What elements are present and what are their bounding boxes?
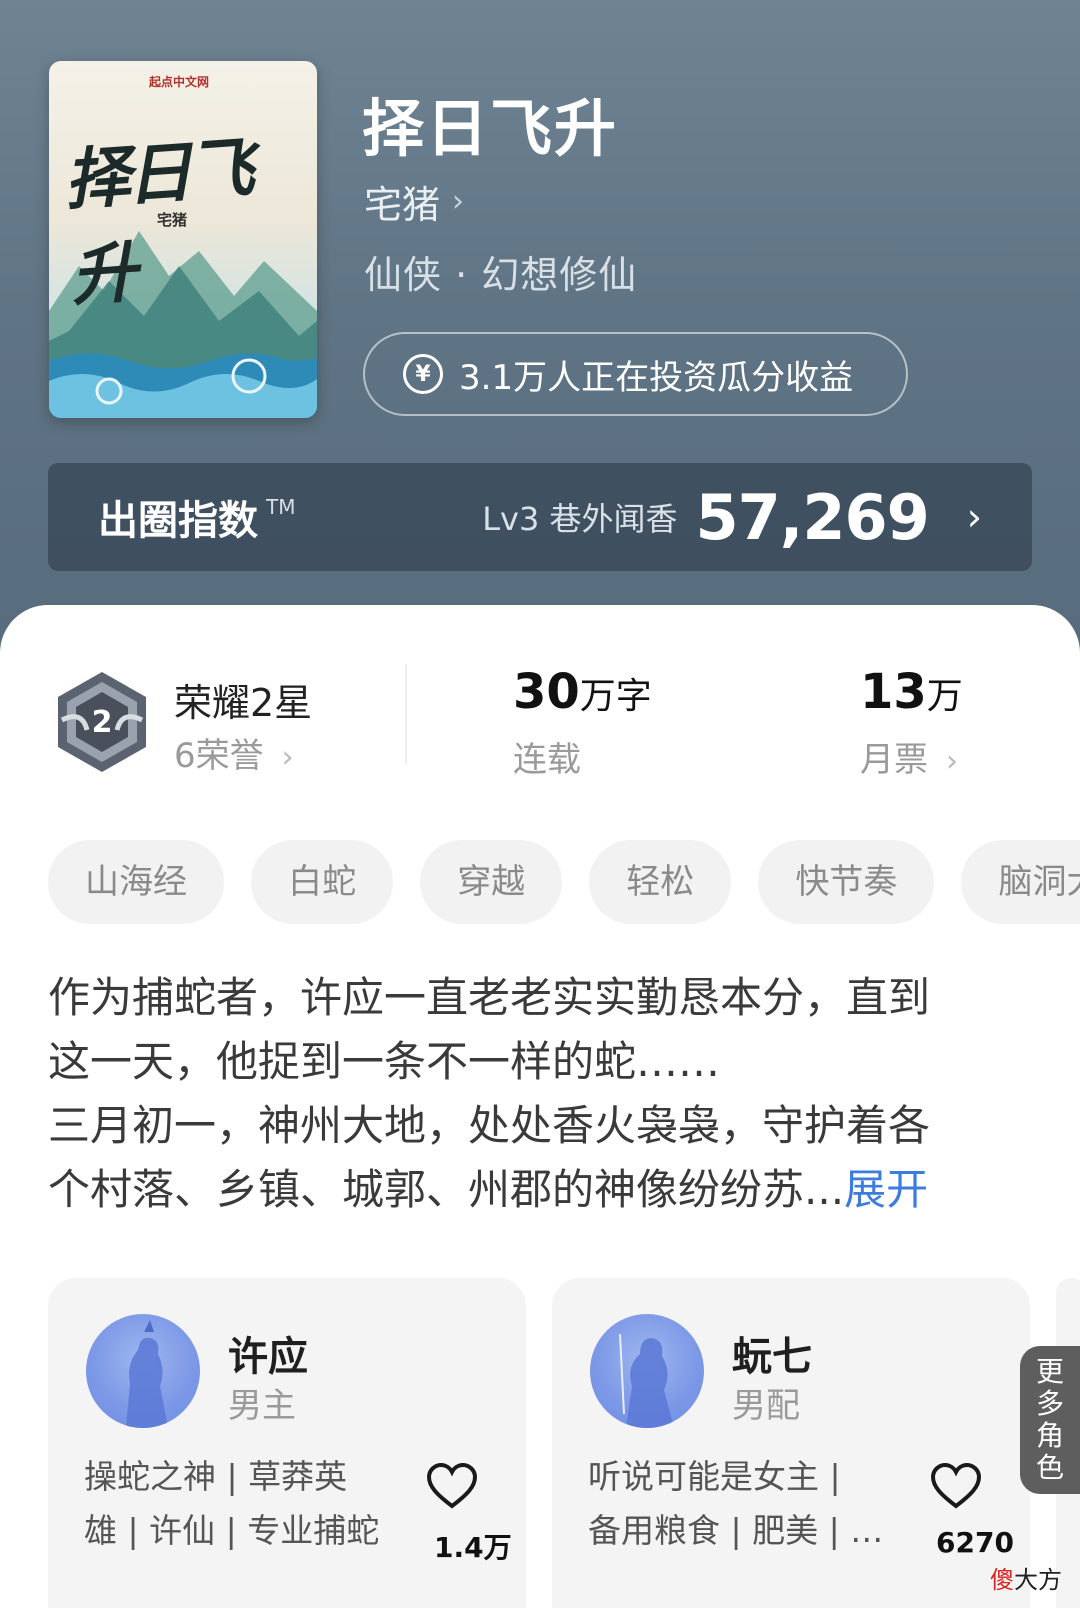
stats-divider [405,664,407,764]
word-count: 30万字 [513,664,652,720]
chevron-right-icon: › [966,495,982,539]
serial-status: 连载 [513,740,581,780]
description-line: 这一天，他捉到一条不一样的蛇…… [48,1037,721,1086]
character-avatar [590,1314,704,1428]
book-cover[interactable]: 起点中文网 择日飞升 宅猪 [49,61,317,418]
description-line: 作为捕蛇者，许应一直老老实实勤恳本分，直到 [48,973,931,1022]
invest-button[interactable]: ¥ 3.1万人正在投资瓜分收益 [363,332,908,416]
character-tags-line: 备用粮食 | 肥美 | … [588,1511,884,1550]
like-count: 1.4万 [434,1531,512,1564]
ticket-unit: 万 [926,676,963,717]
trademark-mark: TM [266,495,296,519]
chevron-right-icon: › [452,184,465,219]
tag-chip[interactable]: 轻松 [589,840,732,924]
chevron-right-icon: › [281,740,294,775]
character-tags: 听说可能是女主 | 备用粮食 | 肥美 | … [588,1450,898,1558]
cover-author: 宅猪 [157,211,188,229]
description-line: 三月初一，神州大地，处处香火袅袅，守护着各 [48,1101,931,1150]
watermark-rest: 大方 [1014,1566,1062,1594]
monthly-ticket-count: 13万 [860,664,963,720]
character-name: 蚖七 [732,1334,812,1380]
index-score: 57,269 [695,480,930,554]
honor-count: 6荣誉 [174,736,264,776]
monthly-ticket-link[interactable]: 月票 › [860,732,958,781]
word-count-value: 30 [513,664,580,720]
index-title: 出圈指数 [98,498,258,544]
honor-badge-level: 2 [92,705,113,740]
yen-coin-icon: ¥ [403,354,443,394]
tag-chip[interactable]: 快节奏 [758,840,935,924]
popularity-index-bar[interactable]: 出圈指数 TM Lv3 巷外闻香 57,269 › [48,463,1032,571]
chevron-right-icon: › [946,744,958,779]
book-genre: 仙侠 · 幻想修仙 [364,253,638,297]
character-tags: 操蛇之神 | 草莽英 雄 | 许仙 | 专业捕蛇 [84,1450,394,1558]
tag-chip[interactable]: 穿越 [420,840,563,924]
character-tags-line: 听说可能是女主 | [588,1457,841,1496]
ticket-label: 月票 [860,740,928,780]
honor-badge-icon[interactable]: 2 [52,670,152,774]
author-link[interactable]: 宅猪 › [364,174,464,229]
tag-chip[interactable]: 山海经 [48,840,224,924]
character-card[interactable]: 许应 男主 操蛇之神 | 草莽英 雄 | 许仙 | 专业捕蛇 1.4万 [48,1278,526,1608]
book-title: 择日飞升 [362,92,619,165]
heart-icon[interactable] [426,1462,478,1510]
character-role: 男主 [228,1386,296,1426]
character-avatar [86,1314,200,1428]
book-description: 作为捕蛇者，许应一直老老实实勤恳本分，直到 这一天，他捉到一条不一样的蛇…… 三… [48,966,1048,1222]
ticket-value: 13 [860,664,927,720]
word-count-unit: 万字 [579,676,652,717]
heart-icon[interactable] [930,1462,982,1510]
tag-chip[interactable]: 脑洞大 [961,840,1080,924]
character-role: 男配 [732,1386,800,1426]
watermark: 傻大方 [990,1560,1062,1595]
like-count: 6270 [936,1526,1014,1559]
expand-link[interactable]: 展开 [844,1165,928,1214]
index-level: Lv3 巷外闻香 [482,500,678,538]
tag-chip[interactable]: 白蛇 [251,840,394,924]
description-line: 个村落、乡镇、城郭、州郡的神像纷纷苏... [48,1165,845,1214]
character-tags-line: 雄 | 许仙 | 专业捕蛇 [84,1511,380,1550]
character-card[interactable]: 蚖七 男配 听说可能是女主 | 备用粮食 | 肥美 | … 6270 [552,1278,1030,1608]
invest-label: 3.1万人正在投资瓜分收益 [459,357,854,398]
description-line-last: 个村落、乡镇、城郭、州郡的神像纷纷苏...展开 [48,1158,1048,1222]
character-tags-line: 操蛇之神 | 草莽英 [84,1457,348,1496]
stats-row: 2 荣耀2星 6荣誉 › 30万字 连载 13万 月票 › [0,660,1080,790]
cover-publisher-logo: 起点中文网 [149,75,210,89]
honor-link[interactable]: 6荣誉 › [174,728,294,777]
author-name: 宅猪 [364,183,441,227]
watermark-first-char: 傻 [990,1566,1014,1594]
tag-list: 山海经 白蛇 穿越 轻松 快节奏 脑洞大 [48,840,1080,924]
character-name: 许应 [228,1334,308,1380]
honor-title: 荣耀2星 [174,681,313,725]
more-roles-button[interactable]: 更多角色 [1020,1346,1080,1494]
